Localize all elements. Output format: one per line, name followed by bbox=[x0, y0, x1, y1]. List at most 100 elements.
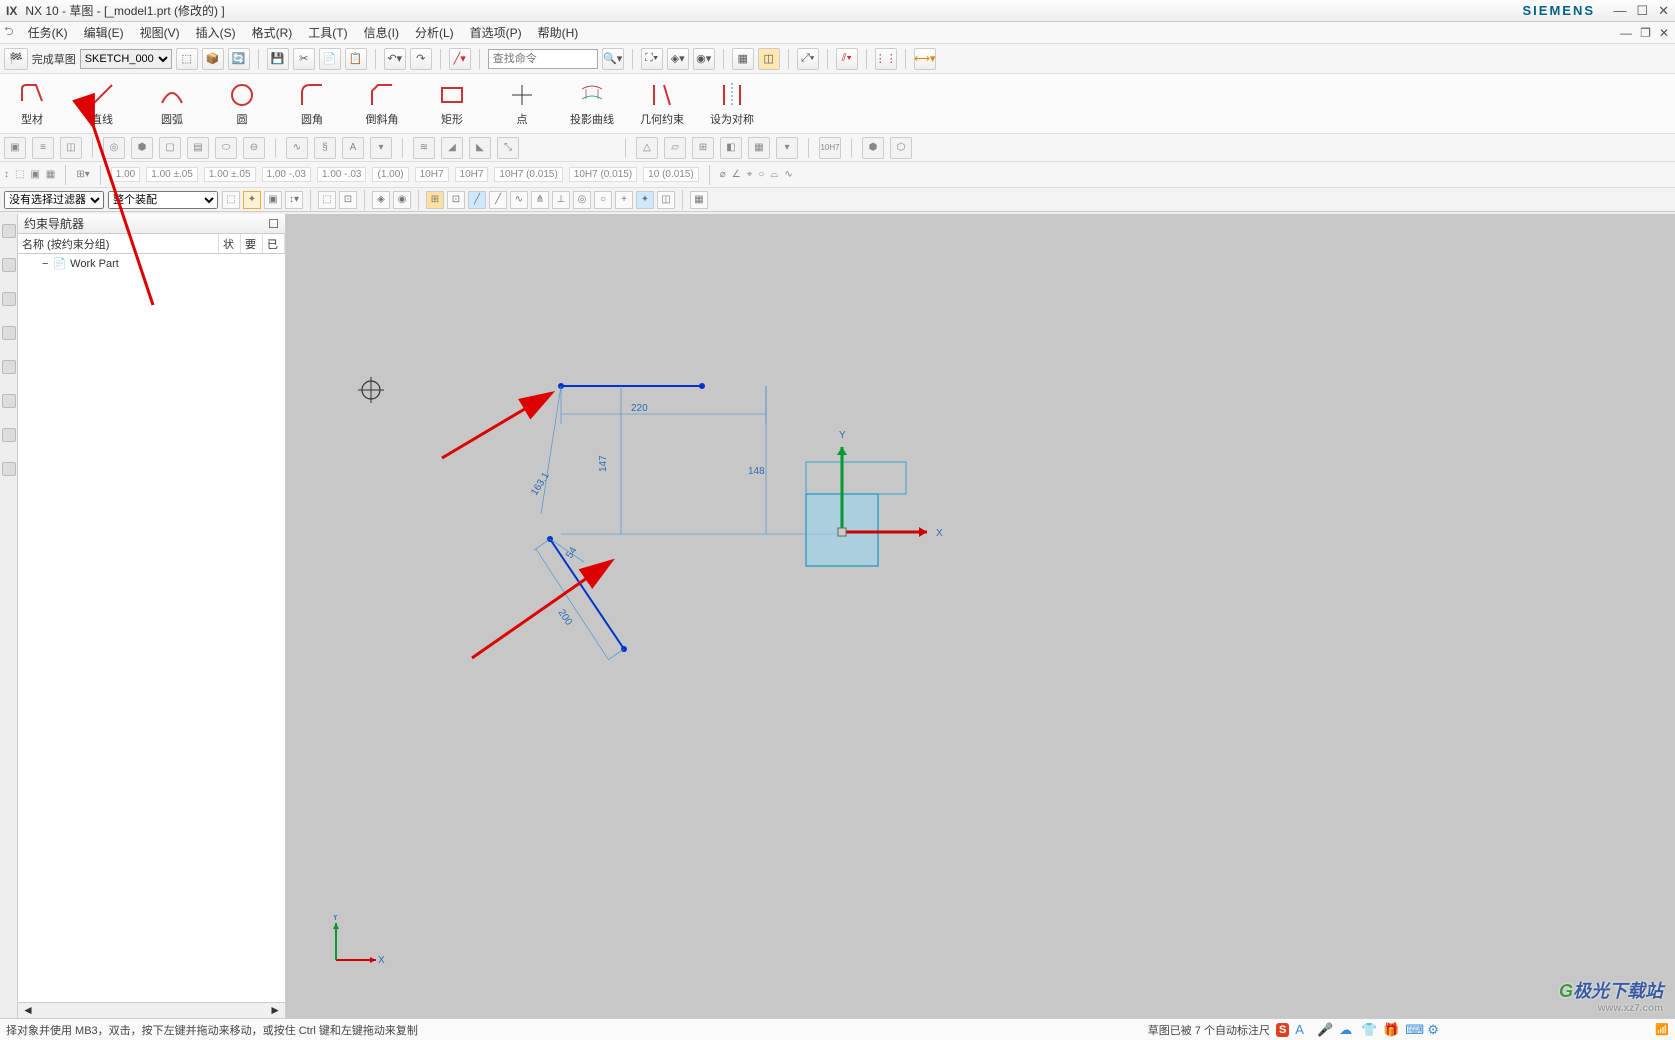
groove-button[interactable]: ⊖ bbox=[243, 137, 265, 159]
text-button[interactable]: A bbox=[342, 137, 364, 159]
resource-part-nav-icon[interactable] bbox=[2, 224, 16, 238]
dim-btn1[interactable]: ↕ bbox=[4, 169, 9, 180]
assy2-button[interactable]: ⬡ bbox=[890, 137, 912, 159]
wcs-button[interactable]: ⤢▾ bbox=[797, 48, 819, 70]
fillet-tool[interactable]: 圆角 bbox=[288, 78, 336, 129]
dim-fit5[interactable]: 10 (0.015) bbox=[643, 167, 699, 182]
selection-filter-dropdown[interactable]: 没有选择过滤器 bbox=[4, 191, 104, 209]
layer-button[interactable]: ▦ bbox=[732, 48, 754, 70]
sel-btn14[interactable]: ⋔ bbox=[531, 191, 549, 209]
status-text-icon[interactable]: A bbox=[1295, 1022, 1311, 1038]
sel-btn11[interactable]: ╱ bbox=[468, 191, 486, 209]
dim-btn2[interactable]: ⬚ bbox=[15, 169, 24, 180]
doc-close-button[interactable]: ✕ bbox=[1659, 26, 1669, 40]
menu-edit[interactable]: 编辑(E) bbox=[76, 24, 132, 41]
gd-btn2[interactable]: ∠ bbox=[732, 169, 741, 180]
constraint-button[interactable]: ⫽▾ bbox=[836, 48, 858, 70]
resource-roles-icon[interactable] bbox=[2, 462, 16, 476]
sel-btn19[interactable]: ✦ bbox=[636, 191, 654, 209]
rect-tool[interactable]: 矩形 bbox=[428, 78, 476, 129]
sel-btn3[interactable]: ▣ bbox=[264, 191, 282, 209]
dim-fit3[interactable]: 10H7 (0.015) bbox=[494, 167, 562, 182]
status-cloud-icon[interactable]: ☁ bbox=[1339, 1022, 1355, 1038]
dim-fit2[interactable]: 10H7 bbox=[455, 167, 489, 182]
sel-btn10[interactable]: ⊡ bbox=[447, 191, 465, 209]
dim-btn3[interactable]: ▣ bbox=[30, 169, 39, 180]
sel-btn20[interactable]: ◫ bbox=[657, 191, 675, 209]
graphics-canvas[interactable]: 220 147 148 163.1 54 200 bbox=[286, 214, 1675, 1018]
col-state[interactable]: 状 bbox=[219, 234, 241, 253]
sel-btn6[interactable]: ⊡ bbox=[339, 191, 357, 209]
status-gear-icon[interactable]: ⚙ bbox=[1427, 1022, 1443, 1038]
pattern-button[interactable]: ⋮⋮ bbox=[875, 48, 897, 70]
resource-hd3d-icon[interactable] bbox=[2, 360, 16, 374]
dim-layer-btn[interactable]: ⊞▾ bbox=[76, 169, 89, 180]
menu-tools[interactable]: 工具(T) bbox=[300, 24, 355, 41]
pad-button[interactable]: ▤ bbox=[187, 137, 209, 159]
array-btn[interactable]: ▦ bbox=[748, 137, 770, 159]
ime-icon[interactable]: S bbox=[1276, 1023, 1289, 1037]
status-clothes-icon[interactable]: 👕 bbox=[1361, 1022, 1377, 1038]
dim-fit1[interactable]: 10H7 bbox=[415, 167, 449, 182]
gd-btn1[interactable]: ⌀ bbox=[720, 169, 726, 180]
save-button[interactable]: 💾 bbox=[267, 48, 289, 70]
tri-button[interactable]: △ bbox=[636, 137, 658, 159]
selection-scope-dropdown[interactable]: 整个装配 bbox=[108, 191, 218, 209]
menu-info[interactable]: 信息(I) bbox=[356, 24, 407, 41]
cut-button[interactable]: ✂ bbox=[293, 48, 315, 70]
dim-tol1[interactable]: 1.00 ±.05 bbox=[146, 167, 198, 182]
sel-btn8[interactable]: ◉ bbox=[393, 191, 411, 209]
menu-task[interactable]: 任务(K) bbox=[20, 24, 76, 41]
pocket-button[interactable]: ▢ bbox=[159, 137, 181, 159]
draft-button[interactable]: ◢ bbox=[441, 137, 463, 159]
minimize-button[interactable]: — bbox=[1613, 3, 1626, 19]
sel-btn12[interactable]: ╱ bbox=[489, 191, 507, 209]
copy-button[interactable]: 📄 bbox=[319, 48, 341, 70]
sel-btn15[interactable]: ⊥ bbox=[552, 191, 570, 209]
tree-work-part[interactable]: − 📄 Work Part bbox=[18, 254, 285, 273]
symmetric-tool[interactable]: 设为对称 bbox=[708, 78, 756, 129]
line-tool-small[interactable]: ╱▾ bbox=[449, 48, 471, 70]
profile-tool[interactable]: 型材 bbox=[8, 78, 56, 129]
taper-button[interactable]: ◣ bbox=[469, 137, 491, 159]
resource-history-icon[interactable] bbox=[2, 428, 16, 442]
circle-tool[interactable]: 圆 bbox=[218, 78, 266, 129]
fit-view-button[interactable]: ⛶▾ bbox=[641, 48, 663, 70]
dim-btn4[interactable]: ▦ bbox=[46, 169, 55, 180]
gd-btn5[interactable]: ⌓ bbox=[770, 169, 778, 180]
show-hide-button[interactable]: ◫ bbox=[758, 48, 780, 70]
update-button[interactable]: 🔄 bbox=[228, 48, 250, 70]
menu-format[interactable]: 格式(R) bbox=[244, 24, 301, 41]
status-gift-icon[interactable]: 🎁 bbox=[1383, 1022, 1399, 1038]
assy-button[interactable]: ⬢ bbox=[862, 137, 884, 159]
sel-btn21[interactable]: ▦ bbox=[690, 191, 708, 209]
fit-tol-button[interactable]: 10H7 bbox=[819, 137, 841, 159]
redo-button[interactable]: ↷ bbox=[410, 48, 432, 70]
cone-button[interactable]: ▱ bbox=[664, 137, 686, 159]
gd-btn4[interactable]: ○ bbox=[758, 169, 764, 180]
menu-insert[interactable]: 插入(S) bbox=[188, 24, 244, 41]
menu-analysis[interactable]: 分析(L) bbox=[407, 24, 462, 41]
scale-button[interactable]: ⤡ bbox=[497, 137, 519, 159]
resource-assy-nav-icon[interactable] bbox=[2, 258, 16, 272]
arc-tool[interactable]: 圆弧 bbox=[148, 78, 196, 129]
status-keyboard-icon[interactable]: ⌨ bbox=[1405, 1022, 1421, 1038]
finish-sketch-button[interactable]: 🏁 bbox=[4, 48, 28, 70]
mirror-btn[interactable]: ◧ bbox=[720, 137, 742, 159]
measure-button[interactable]: ⟷▾ bbox=[914, 48, 936, 70]
sel-btn1[interactable]: ⬚ bbox=[222, 191, 240, 209]
pattern-btn[interactable]: ⊞ bbox=[692, 137, 714, 159]
sel-btn7[interactable]: ◈ bbox=[372, 191, 390, 209]
doc-restore-button[interactable]: ❐ bbox=[1640, 26, 1651, 40]
dim-nominal[interactable]: 1.00 bbox=[111, 167, 140, 182]
dim-tol3[interactable]: 1.00 -.03 bbox=[262, 167, 311, 182]
panel-pin-button[interactable]: ☐ bbox=[268, 217, 279, 231]
wireframe-button[interactable]: ◈▾ bbox=[667, 48, 689, 70]
close-button[interactable]: ✕ bbox=[1658, 3, 1669, 19]
sel-btn5[interactable]: ⬚ bbox=[318, 191, 336, 209]
resource-reuse-icon[interactable] bbox=[2, 326, 16, 340]
helix-button[interactable]: § bbox=[314, 137, 336, 159]
chamfer-tool[interactable]: 倒斜角 bbox=[358, 78, 406, 129]
line-tool[interactable]: 直线 bbox=[78, 78, 126, 129]
extrude-button[interactable]: ▣ bbox=[4, 137, 26, 159]
